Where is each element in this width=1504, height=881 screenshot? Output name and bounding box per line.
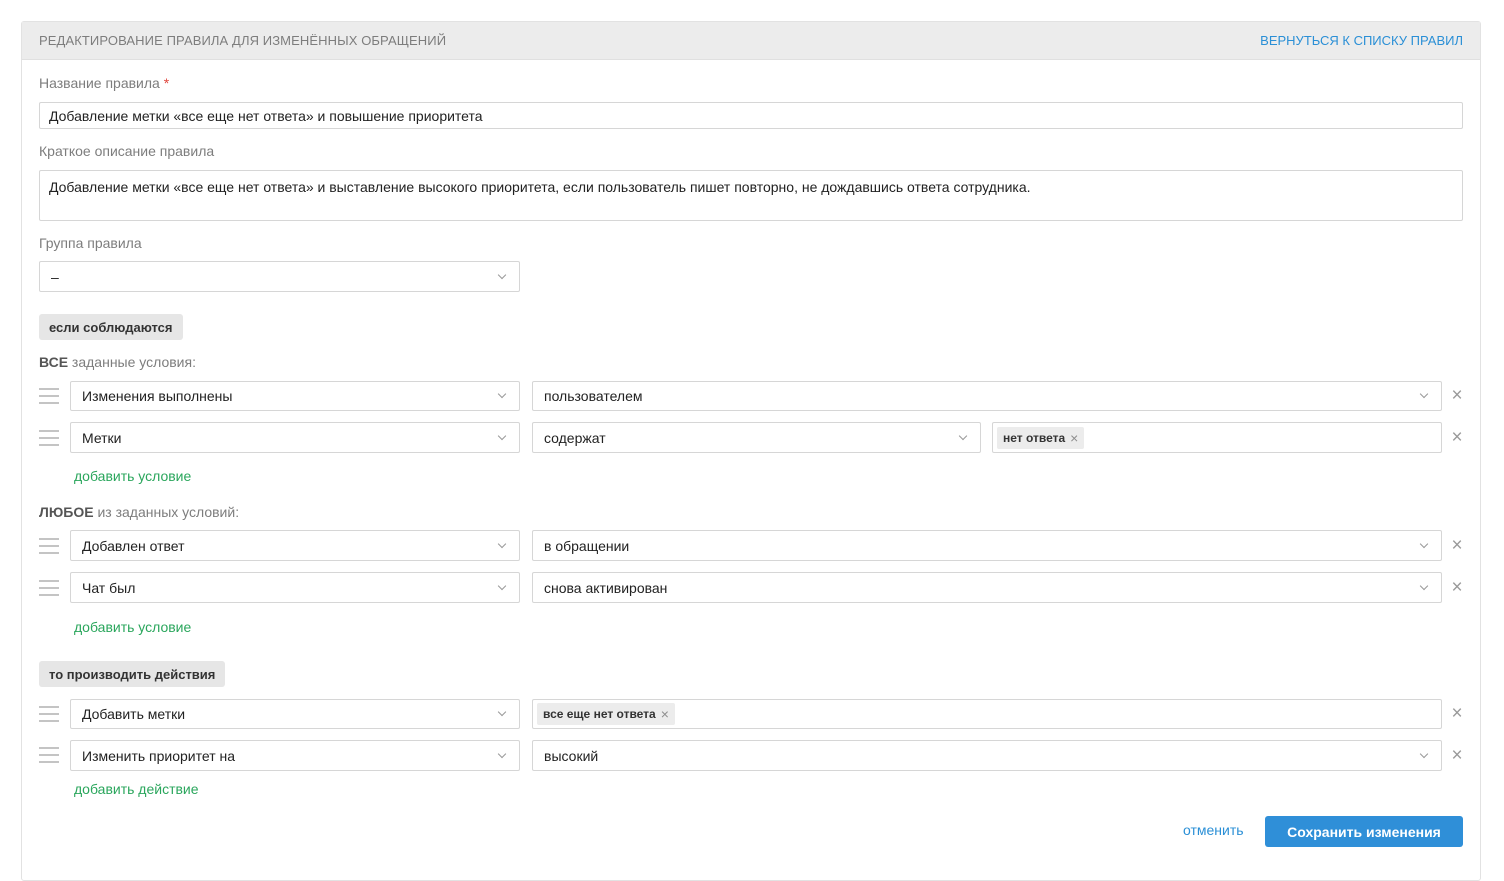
back-to-rules-link[interactable]: ВЕРНУТЬСЯ К СПИСКУ ПРАВИЛ [1260, 33, 1463, 48]
condition-field-select[interactable]: Метки [70, 422, 520, 453]
drag-handle-icon[interactable] [39, 580, 59, 596]
all-conditions-title-rest: заданные условия: [68, 354, 196, 370]
page-title: РЕДАКТИРОВАНИЕ ПРАВИЛА ДЛЯ ИЗМЕНЁННЫХ ОБ… [39, 33, 447, 48]
tag-chip: нет ответа × [997, 426, 1085, 449]
add-condition-all-link[interactable]: добавить условие [74, 468, 191, 484]
action-value-select[interactable]: высокий [532, 740, 1442, 771]
chevron-down-icon [497, 270, 507, 279]
condition-operator-value: в обращении [544, 537, 630, 554]
tag-remove-icon[interactable]: × [661, 706, 669, 722]
any-conditions-title: ЛЮБОЕ из заданных условий: [39, 504, 239, 520]
condition-operator-value: пользователем [544, 388, 643, 404]
drag-handle-icon[interactable] [39, 388, 59, 404]
condition-operator-value: содержат [544, 429, 606, 446]
add-condition-any-link[interactable]: добавить условие [74, 619, 191, 635]
actions-section-label: то производить действия [39, 661, 226, 687]
rule-name-label: Название правила * [39, 75, 169, 91]
condition-operator-value: снова активирован [544, 579, 668, 596]
any-conditions-title-bold: ЛЮБОЕ [39, 504, 94, 520]
action-field-value: Добавить метки [82, 706, 186, 722]
rule-group-value: – [51, 268, 59, 285]
drag-handle-icon[interactable] [39, 538, 59, 554]
condition-field-select[interactable]: Чат был [70, 572, 520, 603]
action-field-select[interactable]: Изменить приоритет на [70, 740, 520, 771]
action-tags-input[interactable]: все еще нет ответа × [532, 699, 1442, 729]
panel-header: РЕДАКТИРОВАНИЕ ПРАВИЛА ДЛЯ ИЗМЕНЁННЫХ ОБ… [22, 22, 1480, 60]
cancel-link[interactable]: отменить [1183, 822, 1244, 838]
condition-operator-select[interactable]: содержат [532, 422, 981, 453]
condition-operator-select[interactable]: снова активирован [532, 572, 1442, 603]
remove-condition-icon[interactable]: × [1450, 578, 1464, 597]
condition-operator-select[interactable]: пользователем [532, 381, 1442, 411]
action-field-select[interactable]: Добавить метки [70, 699, 520, 729]
chevron-down-icon [1419, 749, 1429, 758]
rule-group-select[interactable]: – [39, 261, 520, 292]
any-conditions-title-rest: из заданных условий: [93, 504, 240, 520]
action-value: высокий [544, 747, 599, 764]
required-mark: * [163, 75, 170, 91]
conditions-section-label: если соблюдаются [39, 314, 183, 340]
remove-action-icon[interactable]: × [1450, 746, 1464, 765]
chevron-down-icon [1419, 581, 1429, 590]
action-field-value: Изменить приоритет на [82, 747, 236, 764]
rule-name-input[interactable]: Добавление метки «все еще нет ответа» и … [39, 102, 1463, 129]
add-action-link[interactable]: добавить действие [74, 781, 199, 797]
rule-name-value: Добавление метки «все еще нет ответа» и … [49, 107, 483, 124]
chevron-down-icon [497, 707, 507, 717]
chevron-down-icon [497, 581, 507, 590]
remove-condition-icon[interactable]: × [1450, 428, 1464, 447]
condition-field-value: Добавлен ответ [82, 537, 185, 554]
chevron-down-icon [1419, 389, 1429, 399]
all-conditions-title-bold: ВСЕ [39, 354, 69, 370]
condition-field-value: Чат был [82, 579, 136, 596]
chevron-down-icon [958, 431, 968, 440]
rule-description-textarea[interactable]: Добавление метки «все еще нет ответа» и … [39, 170, 1463, 221]
chevron-down-icon [497, 539, 507, 548]
condition-operator-select[interactable]: в обращении [532, 530, 1442, 561]
drag-handle-icon[interactable] [39, 747, 59, 763]
condition-field-select[interactable]: Добавлен ответ [70, 530, 520, 561]
rule-description-value: Добавление метки «все еще нет ответа» и … [49, 179, 1031, 195]
chevron-down-icon [497, 389, 507, 399]
all-conditions-title: ВСЕ заданные условия: [39, 354, 196, 370]
tag-chip-label: нет ответа [1003, 430, 1066, 445]
condition-field-value: Метки [82, 429, 122, 446]
condition-tags-input[interactable]: нет ответа × [992, 422, 1442, 453]
remove-action-icon[interactable]: × [1450, 704, 1464, 723]
remove-condition-icon[interactable]: × [1450, 536, 1464, 555]
condition-field-select[interactable]: Изменения выполнены [70, 381, 520, 411]
drag-handle-icon[interactable] [39, 430, 59, 446]
chevron-down-icon [1419, 539, 1429, 548]
remove-condition-icon[interactable]: × [1450, 386, 1464, 405]
rule-group-label: Группа правила [39, 235, 142, 251]
rule-description-label: Краткое описание правила [39, 143, 215, 159]
tag-remove-icon[interactable]: × [1070, 430, 1078, 446]
tag-chip-label: все еще нет ответа [543, 707, 656, 721]
drag-handle-icon[interactable] [39, 706, 59, 722]
tag-chip: все еще нет ответа × [537, 703, 675, 725]
rule-name-label-text: Название правила [39, 75, 160, 91]
save-button[interactable]: Сохранить изменения [1265, 816, 1463, 847]
chevron-down-icon [497, 431, 507, 440]
condition-field-value: Изменения выполнены [82, 388, 233, 404]
chevron-down-icon [497, 749, 507, 758]
